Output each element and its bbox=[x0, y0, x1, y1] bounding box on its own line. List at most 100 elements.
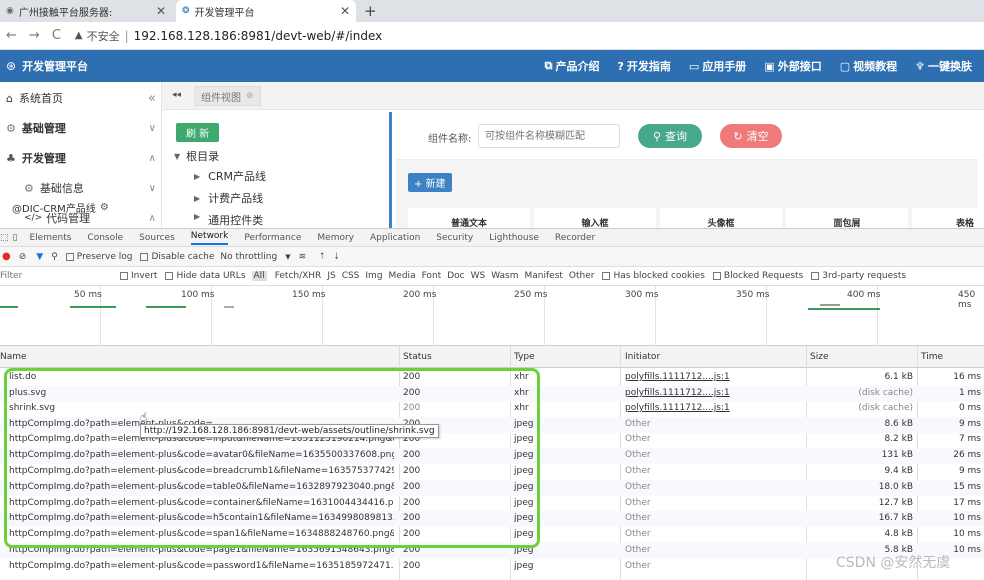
search-icon[interactable]: ⚲ bbox=[51, 252, 58, 262]
column-type[interactable]: Type bbox=[514, 352, 535, 362]
menu-label: 应用手册 bbox=[702, 60, 747, 73]
type-filter-media[interactable]: Media bbox=[389, 271, 416, 281]
tab-recorder[interactable]: Recorder bbox=[555, 233, 595, 243]
close-icon[interactable]: ⊗ bbox=[246, 91, 254, 101]
type-filter-font[interactable]: Font bbox=[422, 271, 442, 281]
content-tab-strip: ◂◂ 组件视图 ⊗ bbox=[162, 82, 984, 110]
app-brand: 开发管理平台 bbox=[22, 60, 89, 73]
cell-initiator: Other bbox=[625, 482, 651, 492]
invert-checkbox[interactable] bbox=[120, 272, 128, 280]
cell-initiator[interactable]: polyfills.1111712....js:1 bbox=[625, 372, 730, 382]
filter-icon[interactable]: ▼ bbox=[36, 252, 43, 262]
url-text[interactable]: 192.168.128.186:8981/devt-web/#/index bbox=[134, 29, 383, 43]
clear-icon[interactable]: ⊘ bbox=[19, 252, 27, 262]
tree-node-crm[interactable]: ▶ CRM产品线 bbox=[194, 168, 266, 184]
filter-input[interactable] bbox=[0, 268, 112, 284]
cell-size: 12.7 kB bbox=[878, 498, 913, 508]
tab-console[interactable]: Console bbox=[87, 233, 123, 243]
download-icon[interactable]: ⭣ bbox=[334, 252, 338, 262]
collapse-icon[interactable]: « bbox=[148, 91, 156, 106]
menu-change-skin[interactable]: ♆ 一键换肤 bbox=[915, 58, 972, 74]
tab-elements[interactable]: Elements bbox=[29, 233, 71, 243]
tab-component-view[interactable]: 组件视图 ⊗ bbox=[194, 86, 261, 106]
type-filter-manifest[interactable]: Manifest bbox=[525, 271, 563, 281]
tree-node-common[interactable]: ▶ 通用控件类 bbox=[194, 212, 263, 228]
column-size[interactable]: Size bbox=[810, 352, 828, 362]
blocked-cookies-checkbox[interactable] bbox=[602, 272, 611, 280]
forward-icon[interactable]: → bbox=[29, 28, 40, 43]
new-tab-button[interactable]: + bbox=[364, 2, 377, 20]
sidebar: ⌂ 系统首页 « ⚙ 基础管理 ∨ ♣ 开发管理 ∧ ⚙ 基础信息 ∨ @DIC… bbox=[0, 82, 162, 228]
type-filter-img[interactable]: Img bbox=[365, 271, 382, 281]
tab-memory[interactable]: Memory bbox=[317, 233, 354, 243]
sidebar-item-dev-mgmt[interactable]: ♣ 开发管理 ∧ bbox=[6, 150, 156, 166]
reload-icon[interactable]: C bbox=[52, 28, 61, 43]
sidebar-item-basic-info[interactable]: ⚙ 基础信息 ∨ bbox=[24, 180, 156, 196]
tab-application[interactable]: Application bbox=[370, 233, 420, 243]
tab-network[interactable]: Network bbox=[190, 231, 229, 245]
type-filter-css[interactable]: CSS bbox=[342, 271, 360, 281]
sidebar-item-code-mgmt[interactable]: </> 代码管理 ∧ bbox=[24, 210, 156, 226]
preserve-log-checkbox[interactable] bbox=[65, 252, 74, 261]
refresh-button[interactable]: 刷 新 bbox=[176, 123, 220, 142]
type-filter-doc[interactable]: Doc bbox=[447, 271, 464, 281]
back-icon[interactable]: ← bbox=[6, 28, 17, 43]
menu-dev-guide[interactable]: ? 开发指南 bbox=[618, 58, 671, 74]
column-time[interactable]: Time bbox=[921, 352, 943, 362]
type-filter-ws[interactable]: WS bbox=[471, 271, 486, 281]
disable-cache-checkbox[interactable] bbox=[140, 252, 149, 261]
network-timeline[interactable]: 50 ms 100 ms 150 ms 200 ms 250 ms 300 ms… bbox=[0, 286, 984, 346]
close-icon[interactable]: ✕ bbox=[340, 4, 350, 18]
column-name[interactable]: Name bbox=[0, 352, 27, 362]
collapse-tabs-button[interactable]: ◂◂ bbox=[172, 90, 181, 100]
menu-video-tutorial[interactable]: ▢ 视频教程 bbox=[840, 58, 897, 74]
query-button[interactable]: ⚲ 查询 bbox=[638, 124, 702, 148]
component-card[interactable]: 头像框 bbox=[660, 208, 782, 228]
menu-product-intro[interactable]: ⧉ 产品介绍 bbox=[545, 58, 600, 74]
app-header: ⊛ 开发管理平台 ⧉ 产品介绍 ? 开发指南 ▭ 应用手册 ▣ 外部接口 ▢ 视频教程 ♆… bbox=[0, 50, 984, 82]
third-party-checkbox[interactable] bbox=[811, 272, 820, 280]
browser-tab-1[interactable]: ◉ 广州接触平台服务器: ✕ bbox=[0, 0, 172, 22]
wifi-icon[interactable]: ≋ bbox=[299, 252, 307, 262]
throttling-select[interactable]: No throttling bbox=[220, 252, 277, 262]
inspect-icon[interactable]: ⬚ bbox=[0, 233, 9, 243]
menu-app-manual[interactable]: ▭ 应用手册 bbox=[689, 58, 746, 74]
clear-button[interactable]: ↻ 清空 bbox=[720, 124, 782, 148]
hide-data-urls-checkbox[interactable] bbox=[165, 272, 174, 280]
sidebar-item-basic-mgmt[interactable]: ⚙ 基础管理 ∨ bbox=[6, 120, 156, 136]
tab-title: 广州接触平台服务器: bbox=[18, 7, 113, 19]
type-filter-other[interactable]: Other bbox=[569, 271, 595, 281]
network-toolbar: ● ⊘ ▼ ⚲ Preserve log Disable cache No th… bbox=[0, 247, 984, 267]
type-filter-wasm[interactable]: Wasm bbox=[491, 271, 518, 281]
tab-sources[interactable]: Sources bbox=[139, 233, 175, 243]
filter-bar: Invert Hide data URLs All Fetch/XHR JS C… bbox=[0, 267, 984, 286]
tree-node-billing[interactable]: ▶ 计费产品线 bbox=[194, 190, 263, 206]
device-toolbar-icon[interactable]: ▯ bbox=[13, 233, 18, 243]
blocked-requests-checkbox[interactable] bbox=[712, 272, 721, 280]
shirt-icon: ♆ bbox=[915, 59, 925, 73]
component-card[interactable]: 普通文本 bbox=[408, 208, 530, 228]
column-initiator[interactable]: Initiator bbox=[625, 352, 660, 362]
upload-icon[interactable]: ⭡ bbox=[320, 252, 324, 262]
type-filter-js[interactable]: JS bbox=[327, 271, 335, 281]
new-button[interactable]: + 新建 bbox=[408, 173, 452, 192]
cell-initiator[interactable]: polyfills.1111712....js:1 bbox=[625, 388, 730, 398]
record-icon[interactable]: ● bbox=[2, 251, 11, 262]
close-icon[interactable]: ✕ bbox=[156, 4, 166, 18]
menu-external-api[interactable]: ▣ 外部接口 bbox=[764, 58, 821, 74]
component-card[interactable]: 面包屑 bbox=[786, 208, 908, 228]
cell-initiator[interactable]: polyfills.1111712....js:1 bbox=[625, 403, 730, 413]
tab-security[interactable]: Security bbox=[436, 233, 473, 243]
tree-node-root[interactable]: ▼ 根目录 bbox=[174, 148, 219, 164]
tab-lighthouse[interactable]: Lighthouse bbox=[489, 233, 539, 243]
sidebar-item-label: 基础管理 bbox=[21, 122, 66, 135]
component-name-input[interactable] bbox=[478, 124, 620, 148]
tab-performance[interactable]: Performance bbox=[244, 233, 301, 243]
component-card[interactable]: 输入框 bbox=[534, 208, 656, 228]
type-filter-all[interactable]: All bbox=[251, 271, 267, 281]
column-status[interactable]: Status bbox=[403, 352, 432, 362]
type-filter-fetch[interactable]: Fetch/XHR bbox=[275, 271, 322, 281]
sidebar-item-home[interactable]: ⌂ 系统首页 « bbox=[6, 90, 156, 106]
component-card[interactable]: 表格 bbox=[912, 208, 978, 228]
browser-tab-2[interactable]: ❂ 开发管理平台 ✕ bbox=[176, 0, 356, 22]
